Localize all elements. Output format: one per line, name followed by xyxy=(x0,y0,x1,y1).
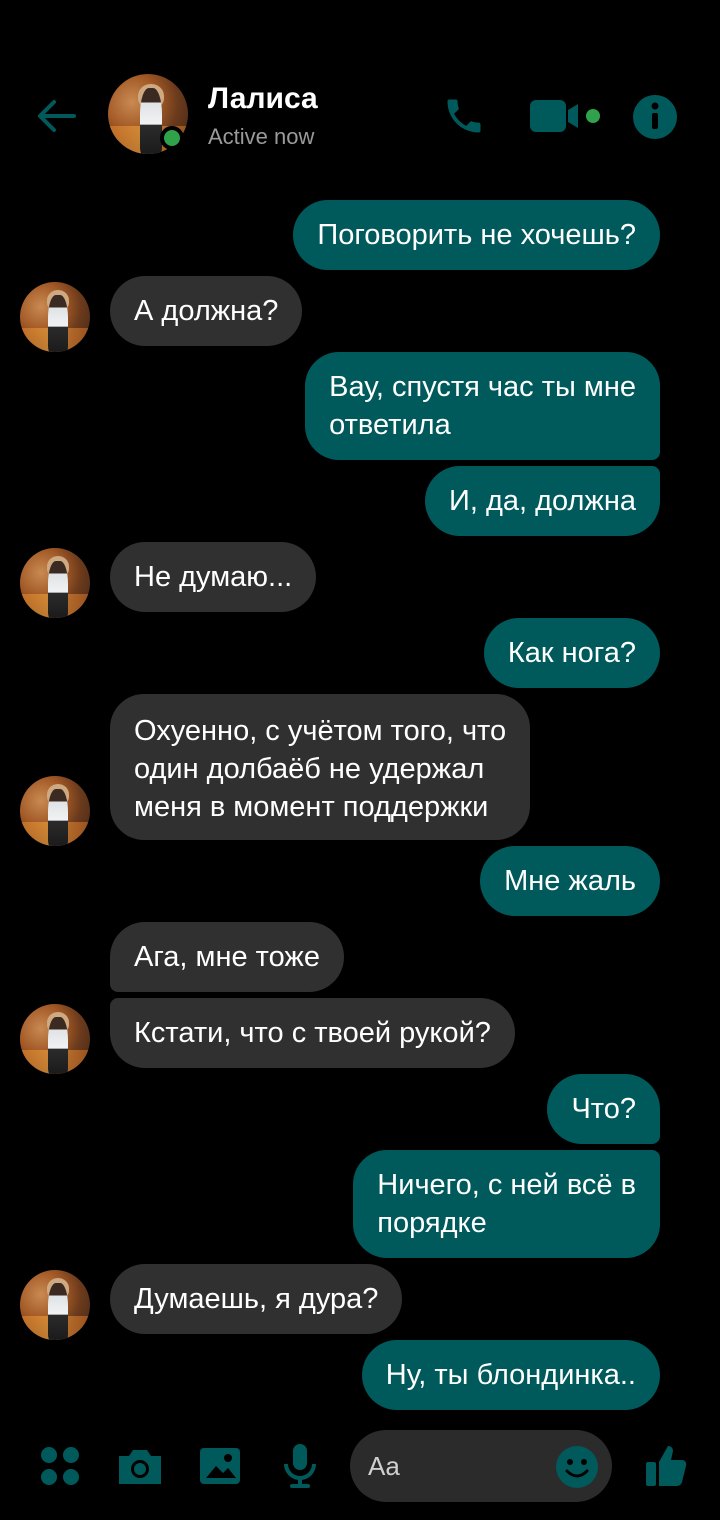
online-status-dot xyxy=(160,126,184,150)
video-call-button[interactable] xyxy=(524,90,604,142)
message-bubble-outgoing[interactable]: Ничего, с ней всё в порядке xyxy=(353,1150,660,1258)
phone-icon xyxy=(447,99,481,133)
thumbs-up-icon xyxy=(646,1446,687,1486)
message-bubble-incoming[interactable]: Кстати, что с твоей рукой? xyxy=(110,998,515,1068)
arrow-left-icon xyxy=(38,100,76,132)
chat-header: Лалиса Active now xyxy=(0,0,720,200)
info-icon xyxy=(633,95,677,139)
message-bubble-outgoing[interactable]: Вау, спустя час ты мне ответила xyxy=(305,352,660,460)
contact-status: Active now xyxy=(208,124,315,149)
voice-message-button[interactable] xyxy=(276,1440,324,1492)
contact-name[interactable]: Лалиса xyxy=(208,82,318,116)
message-bubble-outgoing[interactable]: Как нога? xyxy=(483,618,660,688)
microphone-icon xyxy=(284,1444,316,1488)
camera-icon xyxy=(119,1450,161,1484)
message-bubble-outgoing[interactable]: Ну, ты блондинка.. xyxy=(361,1340,660,1410)
contact-avatar-small[interactable] xyxy=(20,1270,90,1340)
contact-avatar-small[interactable] xyxy=(20,282,90,352)
like-button[interactable] xyxy=(640,1440,692,1492)
voice-call-button[interactable] xyxy=(436,90,492,142)
message-bubble-outgoing[interactable]: И, да, должна xyxy=(425,466,660,536)
image-icon xyxy=(200,1448,240,1484)
contact-avatar-small[interactable] xyxy=(20,776,90,846)
message-bubble-incoming[interactable]: Не думаю... xyxy=(110,542,317,612)
info-button[interactable] xyxy=(628,90,682,144)
message-bubble-incoming[interactable]: Думаешь, я дура? xyxy=(110,1264,403,1334)
message-bubble-outgoing[interactable]: Что? xyxy=(547,1074,660,1144)
message-bubble-outgoing[interactable]: Мне жаль xyxy=(480,846,660,916)
video-camera-icon xyxy=(530,100,600,132)
message-bubble-incoming[interactable]: Охуенно, с учётом того, что один долбаёб… xyxy=(110,694,531,840)
message-bubble-outgoing[interactable]: Поговорить не хочешь? xyxy=(293,200,660,270)
message-bubble-incoming[interactable]: Ага, мне тоже xyxy=(110,922,344,992)
four-dots-icon xyxy=(41,1447,79,1485)
back-button[interactable] xyxy=(28,88,84,144)
more-actions-button[interactable] xyxy=(38,1440,82,1492)
camera-button[interactable] xyxy=(114,1440,166,1492)
message-bubble-incoming[interactable]: А должна? xyxy=(110,276,303,346)
contact-avatar-small[interactable] xyxy=(20,548,90,618)
contact-avatar-small[interactable] xyxy=(20,1004,90,1074)
gallery-button[interactable] xyxy=(196,1440,244,1492)
smiley-icon xyxy=(556,1446,598,1488)
emoji-button[interactable] xyxy=(554,1444,600,1490)
